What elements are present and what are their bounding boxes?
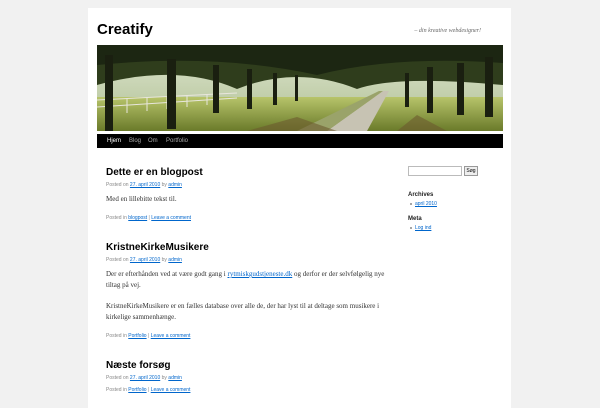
post-body: Med en lillebitte tekst til. (106, 194, 386, 205)
util-separator: | (147, 333, 150, 339)
util-separator: | (147, 387, 150, 393)
bullet-icon (410, 202, 412, 205)
archive-link-april-2010[interactable]: april 2010 (410, 201, 437, 207)
post-utility: Posted in Portfolio | Leave a comment (106, 333, 386, 339)
category-link[interactable]: blogpost (128, 215, 147, 221)
post-meta: Posted on 27. april 2010 by admin (106, 182, 386, 188)
post-title[interactable]: Dette er en blogpost (106, 167, 386, 179)
post-paragraph: Med en lillebitte tekst til. (106, 195, 177, 203)
meta-prefix: Posted on (106, 375, 129, 381)
comment-link[interactable]: Leave a comment (151, 215, 191, 221)
post-date-link[interactable]: 27. april 2010 (130, 375, 160, 381)
post-date-link[interactable]: 27. april 2010 (130, 257, 160, 263)
category-link[interactable]: Portfolio (128, 387, 146, 393)
login-link[interactable]: Log ind (410, 225, 431, 231)
post-author-link[interactable]: admin (168, 257, 182, 263)
post-paragraph: Der er efterhånden ved at være godt gang… (106, 269, 386, 291)
archives-widget-title: Archives (408, 192, 434, 198)
archive-link-label: april 2010 (415, 201, 437, 207)
meta-by: by (161, 182, 167, 188)
meta-by: by (161, 375, 167, 381)
post: Næste forsøg Posted on 27. april 2010 by… (106, 360, 386, 393)
util-prefix: Posted in (106, 387, 127, 393)
rytmiskgudstjeneste-link[interactable]: rytmiskgudstjeneste.dk (227, 270, 292, 278)
post-title[interactable]: Næste forsøg (106, 360, 386, 372)
post-paragraph: KristneKirkeMusikere er en fælles databa… (106, 302, 380, 321)
paragraph-text: Der er efterhånden ved at være godt gang… (106, 270, 228, 278)
post: Dette er en blogpost Posted on 27. april… (106, 167, 386, 221)
post: KristneKirkeMusikere Posted on 27. april… (106, 242, 386, 339)
util-separator: | (148, 215, 150, 221)
meta-prefix: Posted on (106, 182, 129, 188)
post-utility: Posted in blogpost | Leave a comment (106, 215, 386, 221)
util-prefix: Posted in (106, 333, 127, 339)
meta-prefix: Posted on (106, 257, 129, 263)
post-utility: Posted in Portfolio | Leave a comment (106, 387, 386, 393)
comment-link[interactable]: Leave a comment (151, 387, 191, 393)
content-area: Dette er en blogpost Posted on 27. april… (88, 8, 511, 400)
post-body: Der er efterhånden ved at være godt gang… (106, 269, 386, 323)
search-input[interactable] (408, 166, 462, 176)
post-title[interactable]: KristneKirkeMusikere (106, 242, 386, 254)
post-author-link[interactable]: admin (168, 375, 182, 381)
bullet-icon (410, 226, 412, 229)
search-button[interactable]: Søg (464, 166, 478, 176)
post-author-link[interactable]: admin (168, 182, 182, 188)
comment-link[interactable]: Leave a comment (151, 333, 191, 339)
category-link[interactable]: Portfolio (128, 333, 146, 339)
meta-widget-title: Meta (408, 216, 422, 222)
post-meta: Posted on 27. april 2010 by admin (106, 375, 386, 381)
post-meta: Posted on 27. april 2010 by admin (106, 257, 386, 263)
login-link-label: Log ind (415, 225, 432, 231)
post-date-link[interactable]: 27. april 2010 (130, 182, 160, 188)
util-prefix: Posted in (106, 215, 127, 221)
meta-by: by (161, 257, 167, 263)
